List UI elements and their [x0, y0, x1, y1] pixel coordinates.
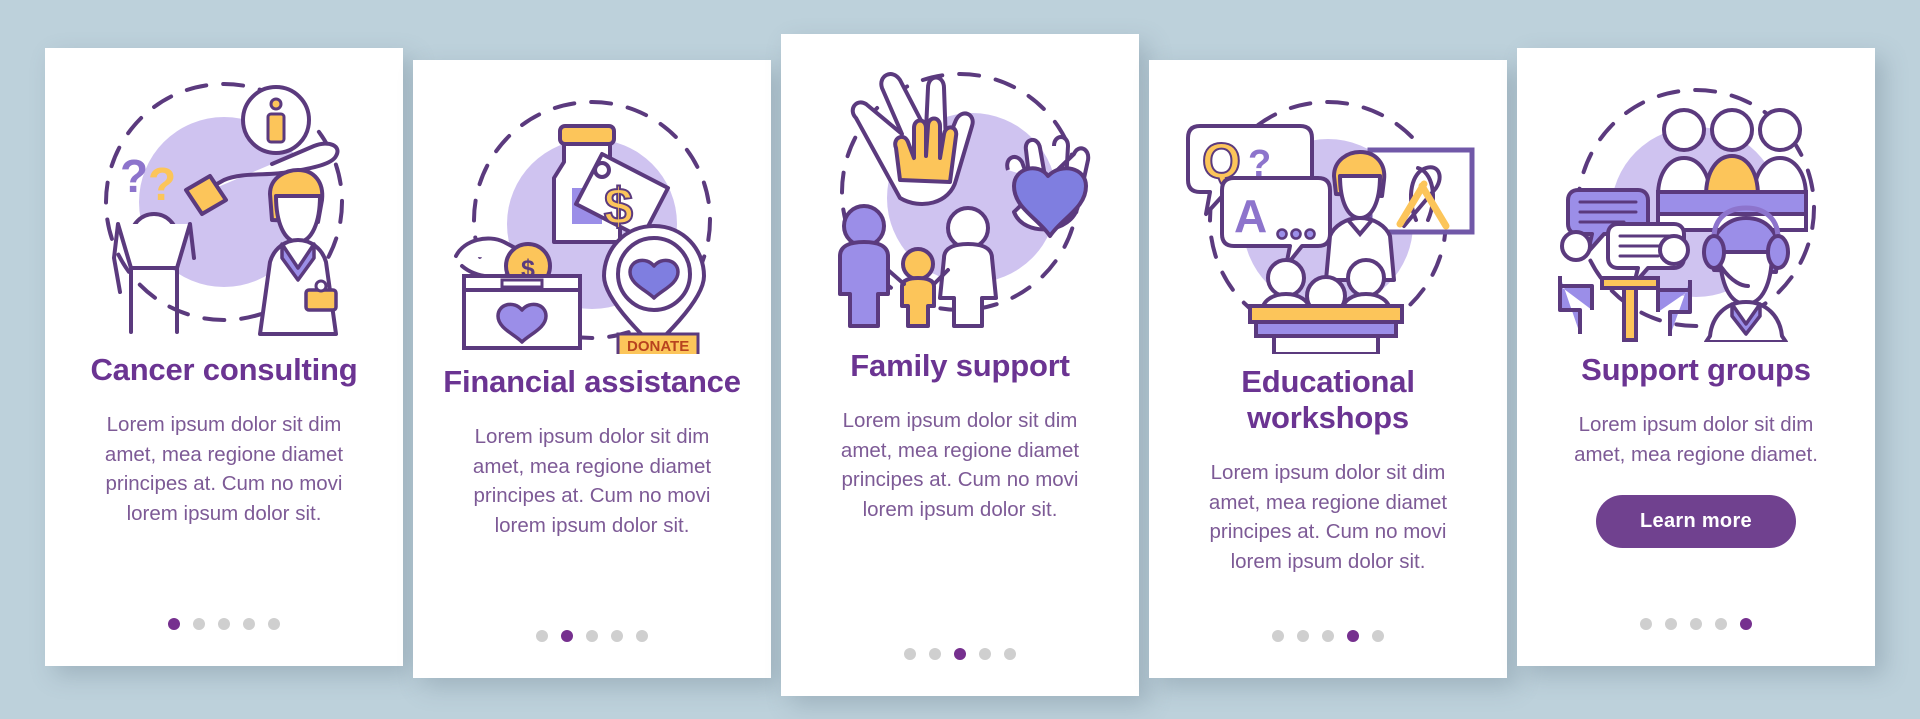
card-body-text: Lorem ipsum dolor sit dim amet, mea regi… — [1574, 412, 1818, 466]
onboarding-card-support-groups: Support groups Lorem ipsum dolor sit dim… — [1517, 48, 1875, 666]
card-title: Cancer consulting — [90, 352, 358, 387]
pagination-dot-5[interactable] — [1004, 648, 1016, 660]
onboarding-screens-board: ? ? Cancer consulting Lorem ipsum dolor … — [0, 0, 1920, 719]
pagination-dot-5[interactable] — [268, 618, 280, 630]
family-illustration — [781, 34, 1139, 334]
pagination-dot-2[interactable] — [1297, 630, 1309, 642]
pagination-dot-1[interactable] — [904, 648, 916, 660]
card-title: Support groups — [1581, 352, 1811, 387]
card-body-text: Lorem ipsum dolor sit dim amet, mea regi… — [104, 412, 344, 526]
onboarding-card-educational-workshops: Q ? A Educational workshops Lorem ipsum … — [1149, 60, 1507, 678]
card-body-text: Lorem ipsum dolor sit dim amet, mea regi… — [472, 424, 712, 538]
card-body-text: Lorem ipsum dolor sit dim amet, mea regi… — [1208, 460, 1448, 574]
pagination-dot-3[interactable] — [586, 630, 598, 642]
card-title: Educational workshops — [1241, 364, 1415, 435]
pagination-dots[interactable] — [1517, 618, 1875, 630]
pagination-dot-4[interactable] — [1347, 630, 1359, 642]
pagination-dots[interactable] — [413, 630, 771, 642]
pagination-dots[interactable] — [781, 648, 1139, 660]
pagination-dot-4[interactable] — [979, 648, 991, 660]
pagination-dot-3[interactable] — [1690, 618, 1702, 630]
svg-text:$: $ — [604, 178, 633, 236]
pagination-dot-1[interactable] — [1272, 630, 1284, 642]
pagination-dot-3[interactable] — [1322, 630, 1334, 642]
onboarding-card-cancer-consulting: ? ? Cancer consulting Lorem ipsum dolor … — [45, 48, 403, 666]
svg-text:?: ? — [148, 158, 176, 210]
pagination-dots[interactable] — [45, 618, 403, 630]
consulting-illustration: ? ? — [45, 48, 403, 348]
pagination-dot-2[interactable] — [193, 618, 205, 630]
pagination-dot-1[interactable] — [536, 630, 548, 642]
a-symbol: A — [1234, 190, 1267, 242]
donate-label: DONATE — [627, 338, 689, 354]
pagination-dot-5[interactable] — [636, 630, 648, 642]
learn-more-button[interactable]: Learn more — [1596, 495, 1796, 549]
pagination-dot-1[interactable] — [168, 618, 180, 630]
pagination-dot-3[interactable] — [218, 618, 230, 630]
support-group-illustration — [1517, 48, 1875, 348]
pagination-dot-5[interactable] — [1372, 630, 1384, 642]
pagination-dot-4[interactable] — [1715, 618, 1727, 630]
svg-text:?: ? — [120, 150, 148, 202]
pagination-dot-1[interactable] — [1640, 618, 1652, 630]
pagination-dot-4[interactable] — [243, 618, 255, 630]
pagination-dot-4[interactable] — [611, 630, 623, 642]
card-body-text: Lorem ipsum dolor sit dim amet, mea regi… — [840, 408, 1080, 522]
pagination-dots[interactable] — [1149, 630, 1507, 642]
card-title: Financial assistance — [443, 364, 741, 399]
pagination-dot-2[interactable] — [929, 648, 941, 660]
pagination-dot-2[interactable] — [1665, 618, 1677, 630]
card-title: Family support — [850, 348, 1070, 383]
pagination-dot-5[interactable] — [1740, 618, 1752, 630]
pagination-dot-3[interactable] — [954, 648, 966, 660]
donation-illustration: $ $ DONATE — [413, 60, 771, 360]
onboarding-card-financial-assistance: $ $ DONATE Financial assistance Lorem ip… — [413, 60, 771, 678]
onboarding-card-family-support: Family support Lorem ipsum dolor sit dim… — [781, 34, 1139, 696]
workshop-illustration: Q ? A — [1149, 60, 1507, 360]
pagination-dot-2[interactable] — [561, 630, 573, 642]
